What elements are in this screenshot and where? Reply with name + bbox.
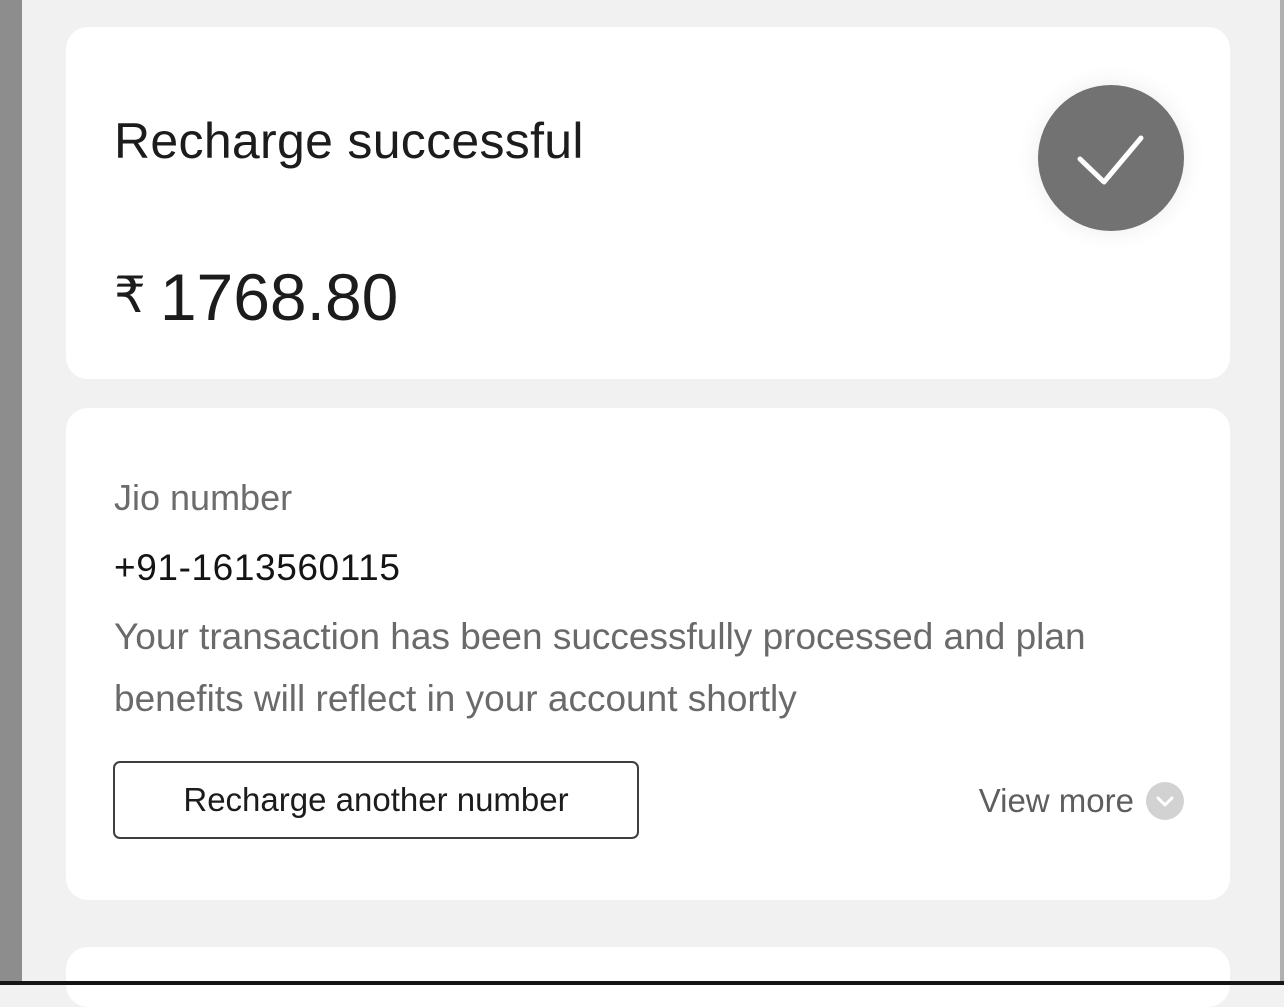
frame-left-edge <box>0 0 22 985</box>
check-mark-icon <box>1077 135 1144 185</box>
transaction-message: Your transaction has been successfully p… <box>114 616 1086 719</box>
recharge-another-number-button[interactable]: Recharge another number <box>113 761 639 839</box>
transaction-details-card: Jio number +91-1613560115 Your transacti… <box>66 408 1230 900</box>
jio-number-label: Jio number <box>114 477 293 518</box>
jio-number-value: +91-1613560115 <box>114 547 401 588</box>
frame-bottom-edge <box>0 981 1284 985</box>
view-more-link[interactable]: View more <box>979 779 1184 823</box>
frame-right-edge <box>1280 0 1284 985</box>
currency-symbol: ₹ <box>114 267 146 323</box>
status-title: Recharge successful <box>114 113 584 169</box>
amount-value: 1768.80 <box>159 260 399 334</box>
chevron-down-icon <box>1146 782 1184 820</box>
recharge-status-card: Recharge successful ₹1768.80 <box>66 27 1230 379</box>
next-card-partial <box>66 947 1230 1007</box>
check-circle-icon <box>1038 85 1184 231</box>
view-more-label: View more <box>978 782 1134 819</box>
recharge-amount: ₹1768.80 <box>114 255 398 337</box>
